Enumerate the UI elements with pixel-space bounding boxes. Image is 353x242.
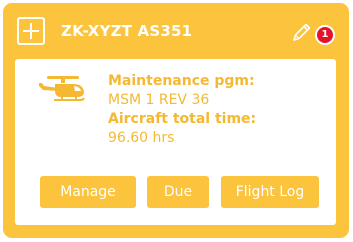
- flight-log-button[interactable]: Flight Log: [221, 176, 319, 208]
- maintenance-label: Maintenance pgm:: [108, 73, 255, 89]
- aircraft-title: ZK-XYZT AS351: [61, 22, 193, 40]
- total-time-value: 96.60 hrs: [108, 130, 175, 146]
- plus-icon: [23, 23, 39, 39]
- card-header: ZK-XYZT AS351 1: [3, 3, 349, 59]
- aircraft-info: Maintenance pgm: MSM 1 REV 36 Aircraft t…: [108, 72, 256, 148]
- helicopter-icon: [39, 76, 85, 101]
- aircraft-card: ZK-XYZT AS351 1 Maintenance pgm: MSM 1 R…: [3, 3, 349, 238]
- add-button[interactable]: [17, 17, 45, 45]
- total-time-label: Aircraft total time:: [108, 111, 257, 127]
- maintenance-value: MSM 1 REV 36: [108, 92, 210, 108]
- pencil-icon: [293, 23, 311, 41]
- aircraft-details-panel: Maintenance pgm: MSM 1 REV 36 Aircraft t…: [15, 59, 336, 225]
- due-button[interactable]: Due: [147, 176, 209, 208]
- manage-button[interactable]: Manage: [40, 176, 136, 208]
- edit-button[interactable]: [291, 21, 313, 43]
- notification-badge[interactable]: 1: [315, 25, 335, 45]
